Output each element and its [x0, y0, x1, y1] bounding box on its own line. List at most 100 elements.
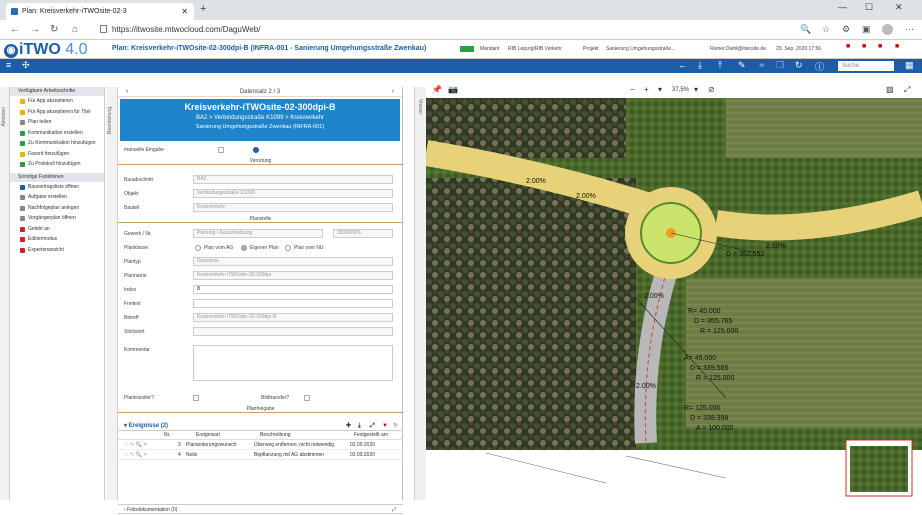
bauabschnitt-select[interactable]: BA2: [193, 175, 393, 184]
expand-icon[interactable]: ›: [124, 507, 126, 513]
messages-icon[interactable]: ■: [878, 43, 882, 50]
action-item[interactable]: Zu Kommunikation hinzufügen: [10, 138, 104, 149]
events-header[interactable]: ▾ Ereignisse (2) ✚ ⤓ ⤢ ▼ ↻: [118, 421, 403, 431]
col-nr[interactable]: Nr.: [164, 431, 170, 440]
pin-icon[interactable]: 📌: [432, 85, 442, 94]
prev-record-icon[interactable]: ‹: [126, 87, 128, 97]
expand-event-icon[interactable]: ⤢: [370, 421, 375, 431]
search-input[interactable]: Suche: [838, 61, 894, 71]
refresh-events-icon[interactable]: ↻: [393, 421, 398, 431]
plantyp-select[interactable]: Grundriss: [193, 257, 393, 266]
zoom-select-icon[interactable]: ▾: [694, 85, 698, 94]
edit-icon[interactable]: ✎: [738, 60, 746, 71]
filter-icon[interactable]: ▼: [382, 421, 388, 431]
action-item[interactable]: Bauvertragsliste öffnen: [10, 182, 104, 193]
action-item[interactable]: Favorit hinzufügen: [10, 149, 104, 160]
edit-strip[interactable]: Bearbeitung: [106, 87, 118, 500]
freitext-field[interactable]: [193, 299, 393, 308]
next-record-icon[interactable]: ›: [392, 87, 394, 97]
star-icon[interactable]: ☆: [822, 24, 830, 35]
section-verortung[interactable]: Verortung: [118, 157, 403, 165]
gewerk-nr-field[interactable]: 3000000%: [333, 229, 393, 238]
image-icon[interactable]: ▨: [886, 85, 894, 94]
action-item[interactable]: Für App akzeptieren für Titel: [10, 107, 104, 118]
notification-icon[interactable]: ■: [846, 43, 850, 50]
more-icon[interactable]: ⋯: [905, 24, 914, 35]
action-item[interactable]: Aufgabe erstellen: [10, 192, 104, 203]
close-tab-icon[interactable]: ✕: [181, 3, 188, 20]
info-icon[interactable]: ⓘ: [815, 60, 824, 73]
plantransfer-checkbox[interactable]: [193, 395, 199, 401]
bildtransfer-checkbox[interactable]: [304, 395, 310, 401]
action-item[interactable]: Plan teilen: [10, 117, 104, 128]
stichwort-select[interactable]: [193, 327, 393, 336]
objekt-select[interactable]: Verbindungsstraße K1099: [193, 189, 393, 198]
planklasse-radio-1[interactable]: [195, 245, 201, 251]
action-item[interactable]: Expertenansicht: [10, 245, 104, 256]
action-item[interactable]: Nachfolgeplan anlegen: [10, 203, 104, 214]
back-icon[interactable]: ←: [10, 24, 20, 35]
action-item[interactable]: Kommunikation erstellen: [10, 128, 104, 139]
photo-doc-header[interactable]: › Fotodokumentation (0) ⤢: [118, 504, 403, 514]
plan-image[interactable]: R= 45.000 D = 355.765 R = 125.000 A= 45.…: [426, 98, 922, 500]
action-item[interactable]: Vorgängerplan öffnen: [10, 213, 104, 224]
download-event-icon[interactable]: ⤓: [358, 421, 361, 431]
col-beschreibung[interactable]: Beschreibung: [260, 431, 291, 440]
zoom-dropdown-icon[interactable]: ▾: [658, 85, 662, 94]
download-icon[interactable]: ⤓: [698, 60, 702, 71]
col-festgestellt[interactable]: Festgestellt am: [354, 431, 388, 440]
zoom-in-icon[interactable]: +: [644, 85, 649, 94]
add-event-icon[interactable]: ✚: [346, 421, 351, 431]
betreff-field[interactable]: Kreisverkehr-iTWOsite-02-300dpi-B: [193, 313, 393, 322]
extensions-icon[interactable]: ⚙: [842, 24, 850, 35]
index-field[interactable]: B: [193, 285, 393, 294]
manual-entry-checkbox[interactable]: [218, 147, 224, 153]
tasks-icon[interactable]: ■: [862, 43, 866, 50]
plan-viewer[interactable]: 📌 📷 − + ▾ 37,5% ▾ ⊘ ▨ ⤢ R= 45.000 D = 35…: [426, 83, 922, 500]
browser-tab[interactable]: Plan: Kreisverkehr-iTWOsite-02-3 ✕: [6, 3, 194, 20]
menu-icon[interactable]: ≡: [6, 60, 11, 70]
close-window-icon[interactable]: ✕: [895, 2, 903, 13]
section-planstelle[interactable]: Planstelle: [118, 215, 403, 223]
gewerk-select[interactable]: Planung / Ausschreibung: [193, 229, 323, 238]
viewer-strip[interactable]: Viewer: [414, 87, 426, 500]
maximize-photo-icon[interactable]: ⤢: [392, 505, 396, 515]
table-row[interactable]: ☆ ✎ 🔍 ✕ 3 Planänderungswunsch Überweg en…: [118, 440, 403, 450]
maximize-icon[interactable]: ☐: [865, 2, 873, 13]
forward-icon[interactable]: →: [30, 24, 40, 35]
mandant-value[interactable]: RIB Leipzig/RIB Verkehr: [508, 46, 562, 52]
tools-icon[interactable]: ✣: [22, 60, 30, 71]
row-action-icons[interactable]: ☆ ✎ 🔍 ✕: [124, 440, 147, 450]
planklasse-radio-2[interactable]: [241, 245, 247, 251]
rotate-icon[interactable]: ⊘: [708, 85, 715, 94]
url-field[interactable]: https://itwosite.mtwocloud.com/DaguWeb/: [100, 23, 780, 37]
collapse-icon[interactable]: ▾: [124, 423, 127, 429]
table-row[interactable]: ☆ ✎ 🔍 ✕ 4 Notiz Bepflanzung mit AG absti…: [118, 450, 403, 460]
section-planfreigabe[interactable]: Planfreigabe: [118, 405, 403, 413]
planname-field[interactable]: Kreisverkehr-iTWOsite-02-300dpi: [193, 271, 393, 280]
upload-icon[interactable]: ⤒: [718, 60, 722, 71]
grid-icon[interactable]: ▦: [905, 60, 914, 71]
projekt-value[interactable]: Sanierung Umgehungsstraße...: [606, 46, 675, 52]
action-item[interactable]: Editiermodus: [10, 234, 104, 245]
minimize-icon[interactable]: —: [838, 2, 847, 12]
action-item[interactable]: Für App akzeptieren: [10, 96, 104, 107]
fullscreen-icon[interactable]: ⤢: [904, 85, 910, 95]
new-tab-icon[interactable]: +: [200, 3, 206, 15]
alerts-icon[interactable]: ■: [895, 43, 899, 50]
zoom-icon[interactable]: 🔍: [800, 24, 811, 35]
bauteil-select[interactable]: Kreisverkehr: [193, 203, 393, 212]
row-action-icons[interactable]: ☆ ✎ 🔍 ✕: [124, 450, 147, 460]
refresh-icon[interactable]: ↻: [795, 60, 803, 71]
collections-icon[interactable]: ▣: [862, 24, 871, 35]
back-arrow-icon[interactable]: ←: [678, 60, 687, 70]
profile-avatar[interactable]: [882, 24, 893, 35]
planklasse-radio-3[interactable]: [285, 245, 291, 251]
home-icon[interactable]: ⌂: [72, 24, 78, 35]
col-ereignisart[interactable]: Ereignisart: [196, 431, 220, 440]
help-icon[interactable]: [253, 147, 259, 153]
link-icon[interactable]: ⚭: [758, 60, 766, 71]
user-name[interactable]: Reiner.Diehl@itwosite.de: [710, 46, 766, 52]
kommentar-textarea[interactable]: [193, 345, 393, 381]
camera-icon[interactable]: 📷: [448, 85, 458, 94]
